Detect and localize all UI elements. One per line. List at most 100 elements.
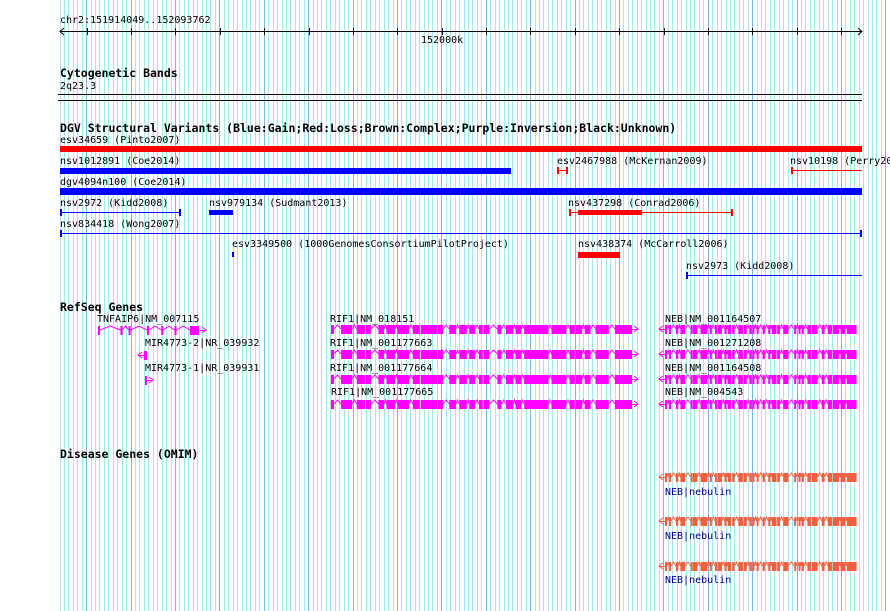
exon bbox=[683, 400, 686, 409]
gene-label[interactable]: TNFAIP6|NM_007115 bbox=[97, 314, 199, 325]
variant-cap bbox=[60, 230, 62, 237]
exon bbox=[459, 375, 467, 384]
dgv-feature-label[interactable]: dgv4094n100 (Coe2014) bbox=[60, 177, 186, 188]
exon bbox=[801, 562, 804, 571]
exon bbox=[595, 400, 605, 409]
exon bbox=[821, 473, 825, 482]
intron bbox=[753, 471, 758, 478]
dgv-feature-label[interactable]: nsv2972 (Kidd2008) bbox=[60, 198, 168, 209]
intron bbox=[824, 348, 829, 355]
exon bbox=[348, 375, 353, 384]
exon bbox=[762, 350, 765, 359]
exon bbox=[815, 517, 818, 526]
exon bbox=[717, 325, 722, 334]
exon bbox=[738, 400, 743, 409]
omim-gene-label[interactable]: NEB|nebulin bbox=[665, 575, 731, 586]
dgv-feature-label[interactable]: nsv10198 (Perry20 bbox=[790, 156, 890, 167]
exon bbox=[584, 375, 591, 384]
exon bbox=[834, 400, 839, 409]
gene-label[interactable]: NEB|NM_001164508 bbox=[665, 363, 761, 374]
omim-gene-label[interactable]: NEB|nebulin bbox=[665, 531, 731, 542]
refseq-track-title[interactable]: RefSeq Genes bbox=[60, 301, 143, 313]
dgv-feature-label[interactable]: nsv979134 (Sudmant2013) bbox=[209, 198, 347, 209]
exon bbox=[378, 375, 385, 384]
intron bbox=[779, 323, 784, 330]
exon bbox=[584, 325, 591, 334]
exon bbox=[756, 473, 759, 482]
dgv-feature-label[interactable]: esv2467988 (McKernan2009) bbox=[557, 156, 708, 167]
exon bbox=[840, 562, 846, 571]
exon bbox=[478, 375, 483, 384]
exon bbox=[709, 400, 712, 409]
gene-label[interactable]: MIR4773-1|NR_039931 bbox=[145, 363, 259, 374]
gene-label[interactable]: MIR4773-2|NR_039932 bbox=[145, 338, 259, 349]
exon bbox=[840, 375, 846, 384]
exon bbox=[539, 400, 549, 409]
omim-track-title[interactable]: Disease Genes (OMIM) bbox=[60, 448, 198, 460]
exon bbox=[515, 350, 522, 359]
exon bbox=[794, 325, 797, 334]
dgv-feature-label[interactable]: nsv437298 (Conrad2006) bbox=[568, 198, 700, 209]
exon bbox=[771, 562, 777, 571]
exon bbox=[412, 325, 420, 334]
exon bbox=[834, 473, 839, 482]
intron bbox=[824, 373, 829, 380]
exon bbox=[515, 375, 522, 384]
omim-gene-label[interactable]: NEB|nebulin bbox=[665, 487, 731, 498]
exon bbox=[834, 517, 839, 526]
gene-label[interactable]: NEB|NM_001271208 bbox=[665, 338, 761, 349]
cytoband-track-title[interactable]: Cytogenetic Bands bbox=[60, 67, 178, 79]
intron bbox=[788, 349, 795, 355]
intron bbox=[670, 399, 677, 405]
exon bbox=[386, 400, 396, 409]
exon bbox=[768, 517, 771, 526]
exon bbox=[777, 562, 780, 571]
exon bbox=[669, 562, 672, 571]
intron bbox=[788, 561, 795, 567]
exon bbox=[798, 400, 801, 409]
exon bbox=[768, 562, 771, 571]
dgv-feature-label[interactable]: esv34659 (Pinto2007) bbox=[60, 135, 180, 146]
intron bbox=[758, 471, 764, 478]
intron bbox=[351, 373, 358, 380]
intron bbox=[512, 348, 517, 355]
ruler-axis bbox=[59, 27, 863, 36]
exon bbox=[449, 325, 457, 334]
intron bbox=[734, 560, 739, 567]
exon bbox=[709, 562, 712, 571]
exon bbox=[762, 400, 765, 409]
exon bbox=[794, 562, 797, 571]
dgv-feature-label[interactable]: nsv1012891 (Coe2014) bbox=[60, 156, 180, 167]
exon bbox=[777, 400, 780, 409]
dgv-feature-label[interactable]: esv3349500 (1000GenomesConsortiumPilotPr… bbox=[232, 239, 509, 250]
intron bbox=[696, 471, 701, 478]
gene-label[interactable]: RIF1|NM_001177665 bbox=[331, 387, 433, 398]
gene-label[interactable]: NEB|NM_001164507 bbox=[665, 314, 761, 325]
exon bbox=[801, 473, 804, 482]
exon bbox=[189, 326, 199, 335]
exon bbox=[794, 375, 797, 384]
exon bbox=[807, 375, 812, 384]
dgv-track-title[interactable]: DGV Structural Variants (Blue:Gain;Red:L… bbox=[60, 122, 676, 134]
dgv-feature-label[interactable]: nsv834418 (Wong2007) bbox=[60, 219, 180, 230]
gene-label[interactable]: RIF1|NM_018151 bbox=[330, 314, 414, 325]
exon bbox=[331, 350, 335, 359]
exon bbox=[727, 325, 732, 334]
dgv-feature-label[interactable]: nsv438374 (McCarroll2006) bbox=[578, 239, 729, 250]
intron bbox=[844, 561, 848, 567]
dgv-feature-label[interactable]: nsv2973 (Kidd2008) bbox=[686, 261, 794, 272]
exon bbox=[532, 325, 540, 334]
gene-label[interactable]: RIF1|NM_001177663 bbox=[330, 338, 432, 349]
exon bbox=[752, 400, 755, 409]
intron bbox=[753, 348, 758, 355]
intron bbox=[788, 516, 795, 522]
exon bbox=[771, 517, 777, 526]
exon bbox=[738, 350, 743, 359]
gene-label[interactable]: RIF1|NM_001177664 bbox=[330, 363, 432, 374]
exon bbox=[714, 517, 717, 526]
intron bbox=[788, 324, 795, 330]
gene-label[interactable]: NEB|NM_004543 bbox=[665, 387, 743, 398]
intron bbox=[677, 560, 681, 567]
variant-bar bbox=[60, 188, 862, 195]
intron bbox=[677, 373, 681, 380]
